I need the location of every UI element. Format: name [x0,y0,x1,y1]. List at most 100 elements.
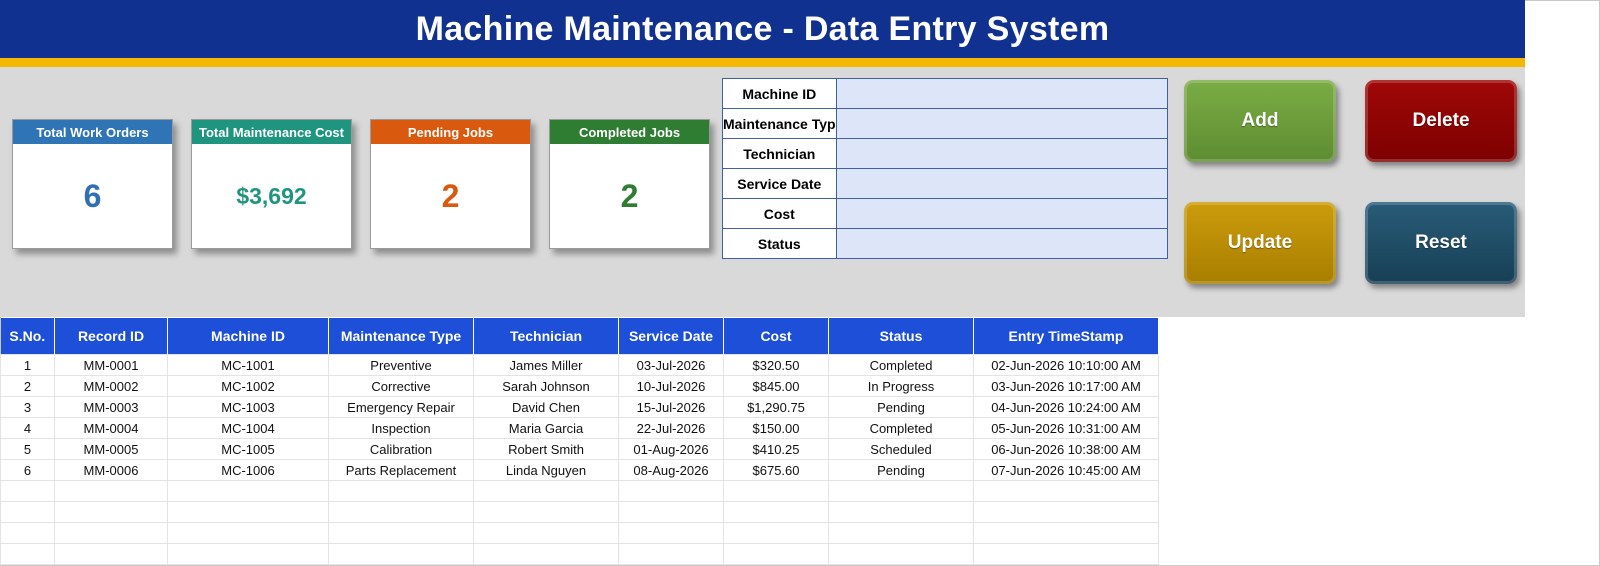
empty-cell[interactable] [54,480,168,502]
column-header-technician[interactable]: Technician [473,318,619,355]
cell-technician[interactable]: James Miller [473,354,619,376]
cell-machine-id[interactable]: MC-1006 [167,459,329,481]
empty-cell[interactable] [167,522,329,544]
empty-cell[interactable] [618,522,724,544]
cell-entry-timestamp[interactable]: 02-Jun-2026 10:10:00 AM [973,354,1159,376]
empty-cell[interactable] [828,543,974,565]
cell-technician[interactable]: Robert Smith [473,438,619,460]
cell-cost[interactable]: $150.00 [723,417,829,439]
empty-cell[interactable] [618,543,724,565]
table-row[interactable]: 2 MM-0002 MC-1002 Corrective Sarah Johns… [0,375,1159,397]
column-header-machine-id[interactable]: Machine ID [167,318,329,355]
empty-cell[interactable] [473,543,619,565]
empty-cell[interactable] [54,543,168,565]
empty-cell[interactable] [0,480,55,502]
empty-cell[interactable] [828,480,974,502]
empty-cell[interactable] [54,522,168,544]
cell-entry-timestamp[interactable]: 04-Jun-2026 10:24:00 AM [973,396,1159,418]
empty-cell[interactable] [973,522,1159,544]
empty-cell[interactable] [973,501,1159,523]
table-row[interactable]: 3 MM-0003 MC-1003 Emergency Repair David… [0,396,1159,418]
empty-cell[interactable] [828,501,974,523]
cell-maintenance-type[interactable]: Preventive [328,354,474,376]
empty-row[interactable] [0,501,1159,523]
maintenance-type-input[interactable] [836,109,1167,138]
empty-cell[interactable] [0,543,55,565]
column-header-maintenance-type[interactable]: Maintenance Type [328,318,474,355]
empty-cell[interactable] [828,522,974,544]
add-button[interactable]: Add [1184,80,1336,162]
empty-cell[interactable] [54,501,168,523]
cell-service-date[interactable]: 15-Jul-2026 [618,396,724,418]
cell-technician[interactable]: Maria Garcia [473,417,619,439]
empty-cell[interactable] [167,543,329,565]
cell-machine-id[interactable]: MC-1005 [167,438,329,460]
empty-cell[interactable] [618,480,724,502]
cell-sno[interactable]: 5 [0,438,55,460]
service-date-input[interactable] [836,169,1167,198]
table-row[interactable]: 6 MM-0006 MC-1006 Parts Replacement Lind… [0,459,1159,481]
empty-cell[interactable] [328,522,474,544]
empty-cell[interactable] [0,522,55,544]
empty-cell[interactable] [473,501,619,523]
empty-cell[interactable] [167,480,329,502]
cell-sno[interactable]: 1 [0,354,55,376]
cell-status[interactable]: Pending [828,459,974,481]
cell-entry-timestamp[interactable]: 07-Jun-2026 10:45:00 AM [973,459,1159,481]
cell-record-id[interactable]: MM-0003 [54,396,168,418]
technician-input[interactable] [836,139,1167,168]
column-header-record-id[interactable]: Record ID [54,318,168,355]
empty-row[interactable] [0,543,1159,565]
cell-sno[interactable]: 3 [0,396,55,418]
cell-status[interactable]: Scheduled [828,438,974,460]
cell-entry-timestamp[interactable]: 03-Jun-2026 10:17:00 AM [973,375,1159,397]
empty-cell[interactable] [973,543,1159,565]
cell-status[interactable]: Completed [828,354,974,376]
cell-cost[interactable]: $410.25 [723,438,829,460]
empty-cell[interactable] [973,480,1159,502]
cell-service-date[interactable]: 01-Aug-2026 [618,438,724,460]
empty-row[interactable] [0,480,1159,502]
cell-machine-id[interactable]: MC-1002 [167,375,329,397]
update-button[interactable]: Update [1184,202,1336,284]
cell-record-id[interactable]: MM-0006 [54,459,168,481]
machine-id-input[interactable] [836,79,1167,108]
cell-service-date[interactable]: 22-Jul-2026 [618,417,724,439]
table-row[interactable]: 1 MM-0001 MC-1001 Preventive James Mille… [0,354,1159,376]
reset-button[interactable]: Reset [1365,202,1517,284]
cell-cost[interactable]: $320.50 [723,354,829,376]
empty-cell[interactable] [723,522,829,544]
empty-cell[interactable] [328,501,474,523]
empty-cell[interactable] [723,480,829,502]
empty-cell[interactable] [723,501,829,523]
empty-cell[interactable] [0,501,55,523]
cell-record-id[interactable]: MM-0001 [54,354,168,376]
cell-machine-id[interactable]: MC-1003 [167,396,329,418]
cell-cost[interactable]: $845.00 [723,375,829,397]
cell-entry-timestamp[interactable]: 05-Jun-2026 10:31:00 AM [973,417,1159,439]
empty-row[interactable] [0,522,1159,544]
table-row[interactable]: 4 MM-0004 MC-1004 Inspection Maria Garci… [0,417,1159,439]
cell-technician[interactable]: David Chen [473,396,619,418]
cell-service-date[interactable]: 10-Jul-2026 [618,375,724,397]
cell-machine-id[interactable]: MC-1004 [167,417,329,439]
cell-service-date[interactable]: 08-Aug-2026 [618,459,724,481]
cell-record-id[interactable]: MM-0005 [54,438,168,460]
cell-sno[interactable]: 2 [0,375,55,397]
cell-entry-timestamp[interactable]: 06-Jun-2026 10:38:00 AM [973,438,1159,460]
column-header-entry-timestamp[interactable]: Entry TimeStamp [973,318,1159,355]
empty-cell[interactable] [167,501,329,523]
empty-cell[interactable] [473,480,619,502]
column-header-cost[interactable]: Cost [723,318,829,355]
cell-cost[interactable]: $675.60 [723,459,829,481]
empty-cell[interactable] [328,480,474,502]
cost-input[interactable] [836,199,1167,228]
cell-record-id[interactable]: MM-0004 [54,417,168,439]
cell-sno[interactable]: 6 [0,459,55,481]
column-header-status[interactable]: Status [828,318,974,355]
cell-maintenance-type[interactable]: Calibration [328,438,474,460]
cell-status[interactable]: In Progress [828,375,974,397]
cell-status[interactable]: Completed [828,417,974,439]
cell-maintenance-type[interactable]: Emergency Repair [328,396,474,418]
cell-maintenance-type[interactable]: Corrective [328,375,474,397]
